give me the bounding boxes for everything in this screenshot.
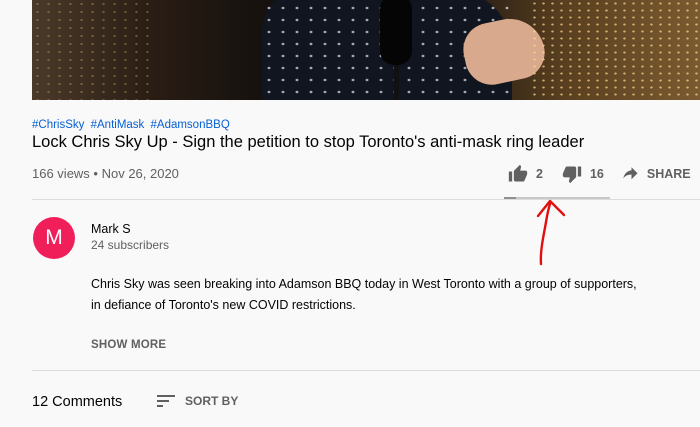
share-button[interactable]: SHARE [620, 165, 691, 183]
comments-count: 12 Comments [32, 394, 123, 410]
share-label: SHARE [646, 167, 691, 181]
dislike-count: 16 [589, 167, 604, 181]
share-arrow-icon [623, 167, 638, 180]
dislike-button[interactable]: 16 [561, 164, 604, 184]
divider [32, 370, 700, 371]
thumbs-up-icon [508, 164, 528, 182]
channel-name[interactable]: Mark S [91, 222, 131, 236]
hashtag-link[interactable]: #AdamsonBBQ [151, 119, 230, 131]
like-button[interactable]: 2 [507, 164, 543, 184]
video-actions: 2 16 SHARE [505, 163, 700, 185]
microphone [380, 0, 412, 65]
video-player[interactable] [32, 0, 700, 100]
video-title: Lock Chris Sky Up - Sign the petition to… [32, 133, 585, 151]
video-description: Chris Sky was seen breaking into Adamson… [91, 274, 671, 316]
sort-by-label: SORT BY [185, 394, 239, 408]
city-lights-right [530, 0, 700, 100]
sort-by-button[interactable]: SORT BY [157, 394, 238, 408]
divider [32, 199, 700, 200]
like-count: 2 [536, 167, 543, 181]
hashtag-list: #ChrisSky #AntiMask #AdamsonBBQ [32, 119, 233, 131]
hashtag-link[interactable]: #ChrisSky [32, 119, 84, 131]
sort-icon [157, 395, 175, 407]
description-line: in defiance of Toronto's new COVID restr… [91, 298, 356, 312]
description-line: Chris Sky was seen breaking into Adamson… [91, 277, 637, 291]
hashtag-link[interactable]: #AntiMask [91, 119, 145, 131]
red-arrow-annotation [536, 199, 566, 266]
city-lights-left [32, 0, 152, 100]
show-more-button[interactable]: SHOW MORE [91, 339, 166, 351]
mic-stand [394, 60, 399, 100]
subscriber-count: 24 subscribers [91, 238, 170, 252]
thumbs-down-icon [562, 166, 582, 184]
video-views-date: 166 views • Nov 26, 2020 [32, 166, 179, 181]
channel-avatar[interactable]: M [33, 217, 75, 259]
